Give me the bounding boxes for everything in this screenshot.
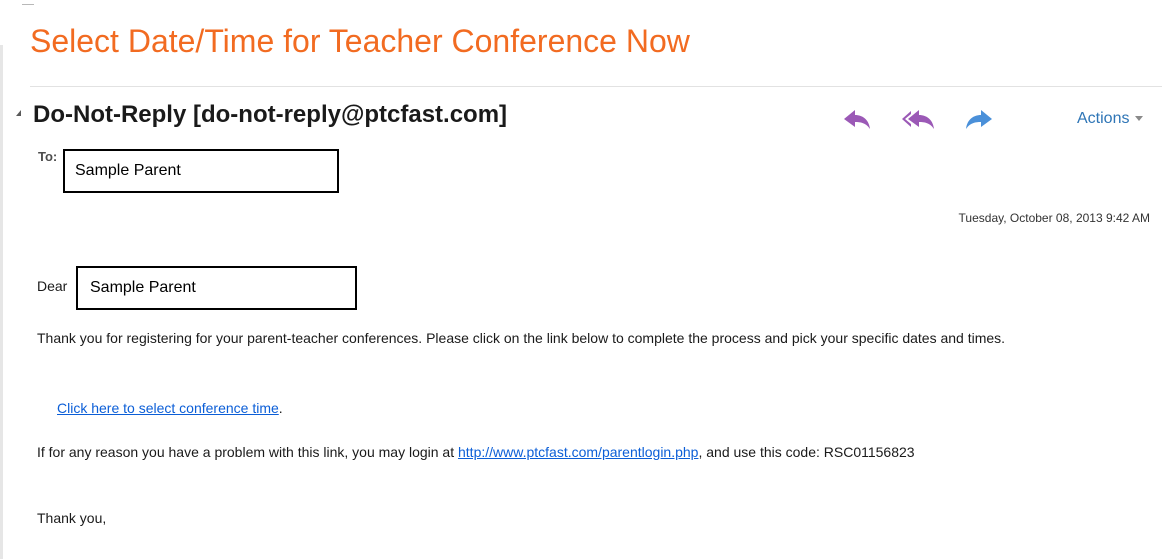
top-fragment <box>22 0 34 5</box>
closing-text: Thank you, <box>37 510 107 526</box>
forward-icon[interactable] <box>962 106 996 134</box>
login-text-before: If for any reason you have a problem wit… <box>37 444 458 460</box>
login-text-after: , and use this code: RSC01156823 <box>698 444 915 460</box>
sender-name: Do-Not-Reply [do-not-reply@ptcfast.com] <box>33 101 508 128</box>
salutation-name-box: Sample Parent <box>76 266 357 310</box>
parent-login-link[interactable]: http://www.ptcfast.com/parentlogin.php <box>458 444 698 460</box>
body-paragraph-intro: Thank you for registering for your paren… <box>37 330 1006 346</box>
reply-all-icon[interactable] <box>900 106 934 134</box>
message-actions-toolbar: Actions <box>840 106 1150 134</box>
actions-label: Actions <box>1077 110 1130 127</box>
sent-timestamp: Tuesday, October 08, 2013 9:42 AM <box>958 211 1150 225</box>
salutation-name: Sample Parent <box>90 279 196 296</box>
recipient-field[interactable]: Sample Parent <box>63 149 339 193</box>
header-divider <box>30 86 1162 87</box>
reply-icon[interactable] <box>840 106 874 134</box>
link-suffix: . <box>278 400 283 416</box>
salutation-label: Dear <box>37 278 68 294</box>
email-subject: Select Date/Time for Teacher Conference … <box>30 23 690 59</box>
to-label: To: <box>38 149 58 164</box>
collapse-toggle-icon[interactable] <box>16 110 21 116</box>
select-conference-time-link[interactable]: Click here to select conference time <box>57 400 279 416</box>
conference-link-line: Click here to select conference time. <box>57 398 283 418</box>
actions-dropdown[interactable]: Actions <box>1077 110 1144 128</box>
body-paragraph-login: If for any reason you have a problem wit… <box>37 442 1147 462</box>
chevron-down-icon <box>1135 116 1144 122</box>
recipient-name: Sample Parent <box>75 162 181 179</box>
left-border <box>0 45 3 559</box>
